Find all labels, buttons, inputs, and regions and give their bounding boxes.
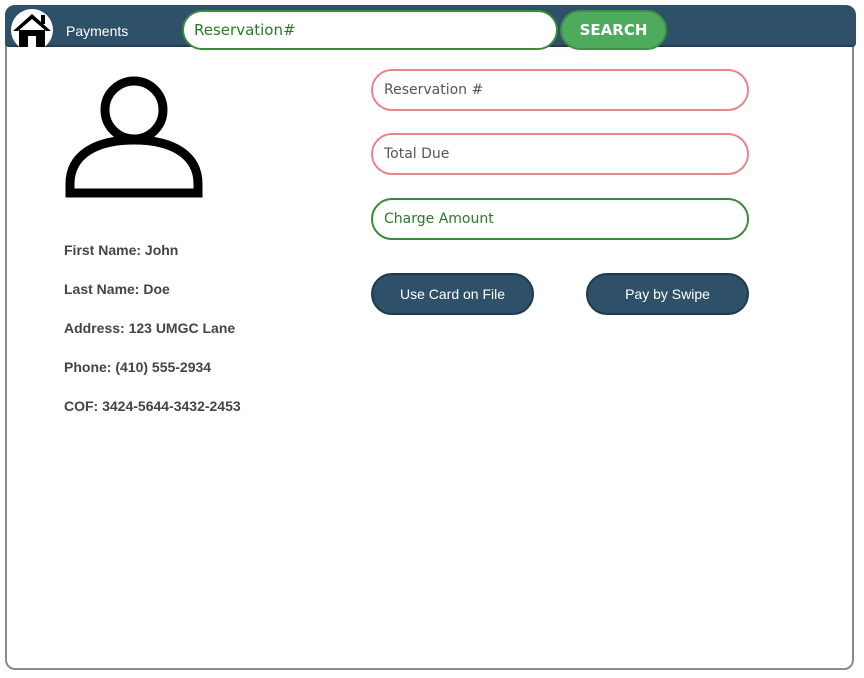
card-on-file-text: COF: 3424-5644-3432-2453 [64, 398, 241, 414]
last-name-text: Last Name: Doe [64, 281, 170, 297]
first-name-text: First Name: John [64, 242, 179, 258]
search-input[interactable] [182, 10, 558, 50]
user-icon [65, 76, 203, 198]
phone-text: Phone: (410) 555-2934 [64, 359, 212, 375]
top-bar: Payments SEARCH [5, 5, 856, 51]
pay-by-swipe-button[interactable]: Pay by Swipe [586, 273, 749, 315]
reservation-number-field[interactable] [371, 69, 749, 111]
home-button[interactable] [11, 9, 53, 51]
home-icon [13, 14, 51, 47]
page-title: Payments [66, 23, 129, 39]
search-button[interactable]: SEARCH [560, 10, 667, 50]
address-text: Address: 123 UMGC Lane [64, 320, 236, 336]
total-due-field[interactable] [371, 133, 749, 175]
use-card-on-file-button[interactable]: Use Card on File [371, 273, 534, 315]
charge-amount-field[interactable] [371, 198, 749, 240]
